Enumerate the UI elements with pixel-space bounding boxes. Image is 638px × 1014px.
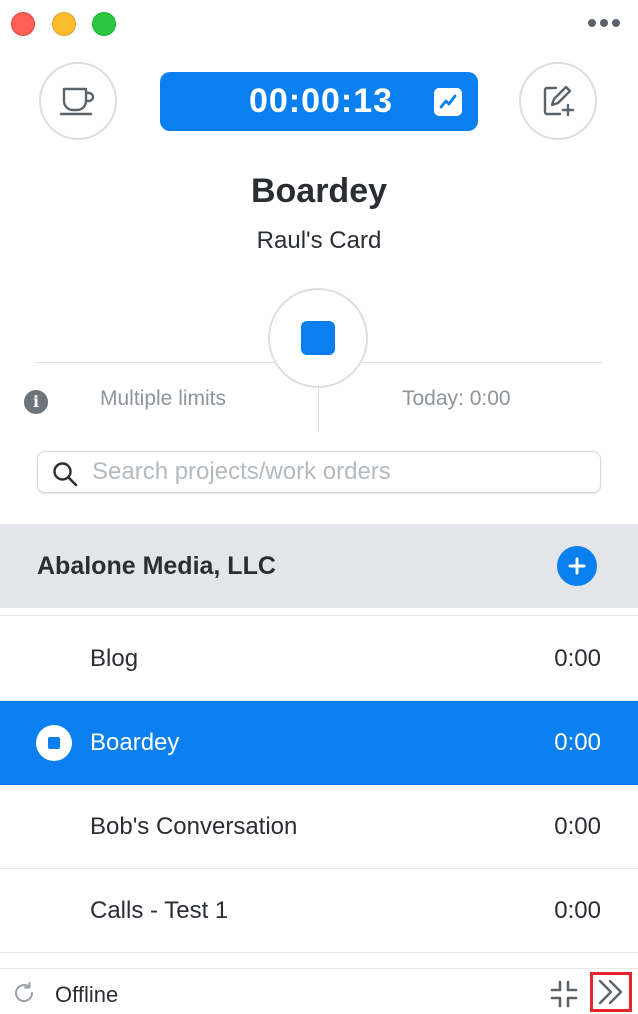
today-total: Today: 0:00 xyxy=(402,387,511,410)
search-input[interactable] xyxy=(92,452,592,492)
more-horizontal-icon xyxy=(588,19,620,27)
close-window-button[interactable] xyxy=(11,12,35,36)
double-chevron-right-icon xyxy=(598,979,623,1005)
timer-text: 00:00:13 xyxy=(248,82,394,120)
status-footer: Offline xyxy=(0,968,638,1014)
add-project-button[interactable] xyxy=(557,546,597,586)
stop-timer-button[interactable] xyxy=(268,288,368,388)
refresh-icon[interactable] xyxy=(12,981,36,1005)
project-time: 0:00 xyxy=(554,645,601,672)
limits-vertical-divider xyxy=(318,384,319,432)
project-name: Bob's Conversation xyxy=(90,813,298,840)
row-stop-button[interactable] xyxy=(36,725,72,761)
checkbox-chart-icon[interactable] xyxy=(434,88,462,116)
card-title: Raul's Card xyxy=(256,227,382,254)
connection-status: Offline xyxy=(55,982,119,1007)
zoom-window-button[interactable] xyxy=(92,12,116,36)
project-name: Boardey xyxy=(90,729,180,756)
project-time: 0:00 xyxy=(554,729,601,756)
coffee-cup-icon xyxy=(59,87,95,116)
project-row-blog[interactable]: Blog 0:00 xyxy=(0,617,638,701)
project-row-calls-test-1[interactable]: Calls - Test 1 0:00 xyxy=(0,869,638,953)
project-name: Calls - Test 1 xyxy=(90,897,229,924)
search-box[interactable] xyxy=(37,451,601,493)
info-icon[interactable]: i xyxy=(24,390,48,414)
list-divider xyxy=(0,615,638,616)
project-row-bobs-conversation[interactable]: Bob's Conversation 0:00 xyxy=(0,785,638,869)
project-time: 0:00 xyxy=(554,813,601,840)
stop-icon xyxy=(301,321,335,355)
row-divider xyxy=(0,952,638,953)
project-row-boardey[interactable]: Boardey 0:00 xyxy=(0,701,638,785)
collapse-icon[interactable] xyxy=(549,979,579,1009)
client-header: Abalone Media, LLC xyxy=(0,524,638,608)
project-time: 0:00 xyxy=(554,897,601,924)
limits-label: Multiple limits xyxy=(100,387,227,410)
stop-icon xyxy=(48,737,60,749)
project-title: Boardey xyxy=(250,172,388,210)
expand-panel-button[interactable] xyxy=(590,972,632,1012)
timer-display[interactable]: 00:00:13 xyxy=(160,72,478,131)
search-icon xyxy=(53,462,78,487)
minimize-window-button[interactable] xyxy=(52,12,76,36)
break-button[interactable] xyxy=(39,62,117,140)
edit-note-icon xyxy=(543,85,575,117)
client-name: Abalone Media, LLC xyxy=(37,552,276,580)
plus-icon xyxy=(568,557,586,575)
project-name: Blog xyxy=(90,645,139,672)
edit-note-button[interactable] xyxy=(519,62,597,140)
more-options-button[interactable] xyxy=(584,8,624,38)
